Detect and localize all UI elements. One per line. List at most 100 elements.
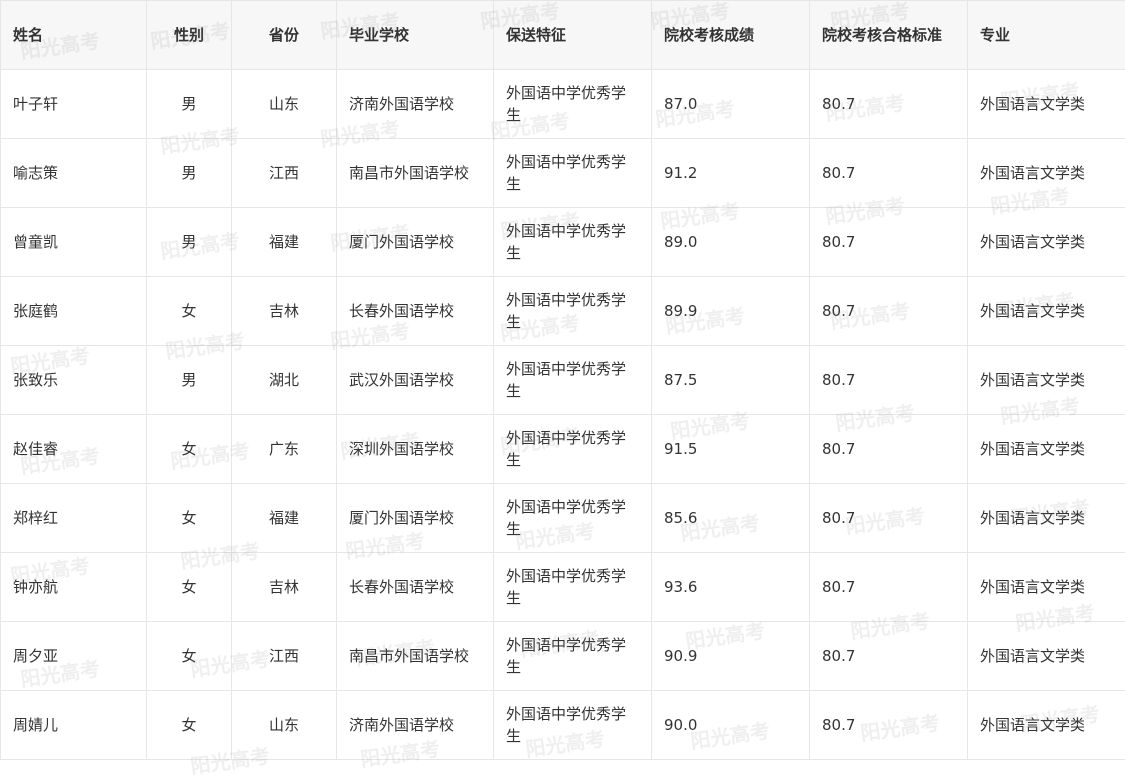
cell-standard: 80.7 xyxy=(810,346,968,415)
cell-province: 湖北 xyxy=(232,346,337,415)
cell-feature: 外国语中学优秀学生 xyxy=(494,346,652,415)
cell-name: 周夕亚 xyxy=(1,622,147,691)
cell-score: 87.0 xyxy=(652,70,810,139)
header-standard: 院校考核合格标准 xyxy=(810,1,968,70)
cell-major: 外国语言文学类 xyxy=(968,277,1125,346)
table-row: 曾童凯男福建厦门外国语学校外国语中学优秀学生89.080.7外国语言文学类 xyxy=(1,208,1125,277)
cell-school: 济南外国语学校 xyxy=(337,691,494,760)
cell-feature: 外国语中学优秀学生 xyxy=(494,70,652,139)
header-score: 院校考核成绩 xyxy=(652,1,810,70)
table-row: 叶子轩男山东济南外国语学校外国语中学优秀学生87.080.7外国语言文学类 xyxy=(1,70,1125,139)
cell-name: 喻志策 xyxy=(1,139,147,208)
table-header-row: 姓名 性别 省份 毕业学校 保送特征 院校考核成绩 院校考核合格标准 专业 xyxy=(1,1,1125,70)
cell-standard: 80.7 xyxy=(810,622,968,691)
cell-major: 外国语言文学类 xyxy=(968,415,1125,484)
cell-score: 90.9 xyxy=(652,622,810,691)
cell-name: 周婧儿 xyxy=(1,691,147,760)
cell-gender: 女 xyxy=(147,484,232,553)
cell-province: 江西 xyxy=(232,622,337,691)
cell-province: 江西 xyxy=(232,139,337,208)
cell-score: 85.6 xyxy=(652,484,810,553)
cell-name: 曾童凯 xyxy=(1,208,147,277)
cell-feature: 外国语中学优秀学生 xyxy=(494,691,652,760)
cell-gender: 男 xyxy=(147,346,232,415)
cell-standard: 80.7 xyxy=(810,277,968,346)
cell-school: 南昌市外国语学校 xyxy=(337,622,494,691)
header-school: 毕业学校 xyxy=(337,1,494,70)
cell-gender: 女 xyxy=(147,622,232,691)
cell-gender: 女 xyxy=(147,553,232,622)
cell-standard: 80.7 xyxy=(810,484,968,553)
cell-province: 广东 xyxy=(232,415,337,484)
table-row: 钟亦航女吉林长春外国语学校外国语中学优秀学生93.680.7外国语言文学类 xyxy=(1,553,1125,622)
cell-major: 外国语言文学类 xyxy=(968,346,1125,415)
table-row: 郑梓红女福建厦门外国语学校外国语中学优秀学生85.680.7外国语言文学类 xyxy=(1,484,1125,553)
header-province: 省份 xyxy=(232,1,337,70)
cell-major: 外国语言文学类 xyxy=(968,484,1125,553)
cell-province: 福建 xyxy=(232,208,337,277)
cell-feature: 外国语中学优秀学生 xyxy=(494,277,652,346)
cell-standard: 80.7 xyxy=(810,139,968,208)
cell-name: 钟亦航 xyxy=(1,553,147,622)
cell-province: 福建 xyxy=(232,484,337,553)
cell-score: 90.0 xyxy=(652,691,810,760)
header-name: 姓名 xyxy=(1,1,147,70)
table-row: 周婧儿女山东济南外国语学校外国语中学优秀学生90.080.7外国语言文学类 xyxy=(1,691,1125,760)
cell-name: 张致乐 xyxy=(1,346,147,415)
header-gender: 性别 xyxy=(147,1,232,70)
cell-name: 张庭鹤 xyxy=(1,277,147,346)
table-row: 张庭鹤女吉林长春外国语学校外国语中学优秀学生89.980.7外国语言文学类 xyxy=(1,277,1125,346)
cell-gender: 男 xyxy=(147,208,232,277)
cell-standard: 80.7 xyxy=(810,691,968,760)
cell-standard: 80.7 xyxy=(810,415,968,484)
cell-province: 吉林 xyxy=(232,277,337,346)
cell-province: 山东 xyxy=(232,691,337,760)
cell-feature: 外国语中学优秀学生 xyxy=(494,208,652,277)
cell-score: 89.9 xyxy=(652,277,810,346)
cell-school: 武汉外国语学校 xyxy=(337,346,494,415)
cell-province: 吉林 xyxy=(232,553,337,622)
cell-school: 厦门外国语学校 xyxy=(337,484,494,553)
cell-school: 深圳外国语学校 xyxy=(337,415,494,484)
cell-name: 郑梓红 xyxy=(1,484,147,553)
cell-score: 87.5 xyxy=(652,346,810,415)
admission-table: 姓名 性别 省份 毕业学校 保送特征 院校考核成绩 院校考核合格标准 专业 叶子… xyxy=(0,0,1125,760)
table-body: 叶子轩男山东济南外国语学校外国语中学优秀学生87.080.7外国语言文学类喻志策… xyxy=(1,70,1125,760)
cell-gender: 女 xyxy=(147,277,232,346)
cell-major: 外国语言文学类 xyxy=(968,553,1125,622)
cell-standard: 80.7 xyxy=(810,553,968,622)
cell-major: 外国语言文学类 xyxy=(968,139,1125,208)
cell-standard: 80.7 xyxy=(810,70,968,139)
table-row: 周夕亚女江西南昌市外国语学校外国语中学优秀学生90.980.7外国语言文学类 xyxy=(1,622,1125,691)
cell-major: 外国语言文学类 xyxy=(968,70,1125,139)
cell-major: 外国语言文学类 xyxy=(968,691,1125,760)
table-row: 喻志策男江西南昌市外国语学校外国语中学优秀学生91.280.7外国语言文学类 xyxy=(1,139,1125,208)
cell-gender: 女 xyxy=(147,415,232,484)
table-row: 赵佳睿女广东深圳外国语学校外国语中学优秀学生91.580.7外国语言文学类 xyxy=(1,415,1125,484)
cell-feature: 外国语中学优秀学生 xyxy=(494,139,652,208)
cell-school: 长春外国语学校 xyxy=(337,553,494,622)
cell-score: 91.2 xyxy=(652,139,810,208)
cell-gender: 女 xyxy=(147,691,232,760)
cell-school: 长春外国语学校 xyxy=(337,277,494,346)
cell-feature: 外国语中学优秀学生 xyxy=(494,553,652,622)
cell-feature: 外国语中学优秀学生 xyxy=(494,484,652,553)
cell-name: 叶子轩 xyxy=(1,70,147,139)
cell-school: 济南外国语学校 xyxy=(337,70,494,139)
header-major: 专业 xyxy=(968,1,1125,70)
cell-province: 山东 xyxy=(232,70,337,139)
cell-school: 南昌市外国语学校 xyxy=(337,139,494,208)
cell-major: 外国语言文学类 xyxy=(968,622,1125,691)
cell-score: 93.6 xyxy=(652,553,810,622)
cell-gender: 男 xyxy=(147,139,232,208)
cell-score: 91.5 xyxy=(652,415,810,484)
header-feature: 保送特征 xyxy=(494,1,652,70)
table-row: 张致乐男湖北武汉外国语学校外国语中学优秀学生87.580.7外国语言文学类 xyxy=(1,346,1125,415)
cell-standard: 80.7 xyxy=(810,208,968,277)
cell-school: 厦门外国语学校 xyxy=(337,208,494,277)
cell-feature: 外国语中学优秀学生 xyxy=(494,415,652,484)
cell-feature: 外国语中学优秀学生 xyxy=(494,622,652,691)
cell-name: 赵佳睿 xyxy=(1,415,147,484)
cell-gender: 男 xyxy=(147,70,232,139)
cell-score: 89.0 xyxy=(652,208,810,277)
